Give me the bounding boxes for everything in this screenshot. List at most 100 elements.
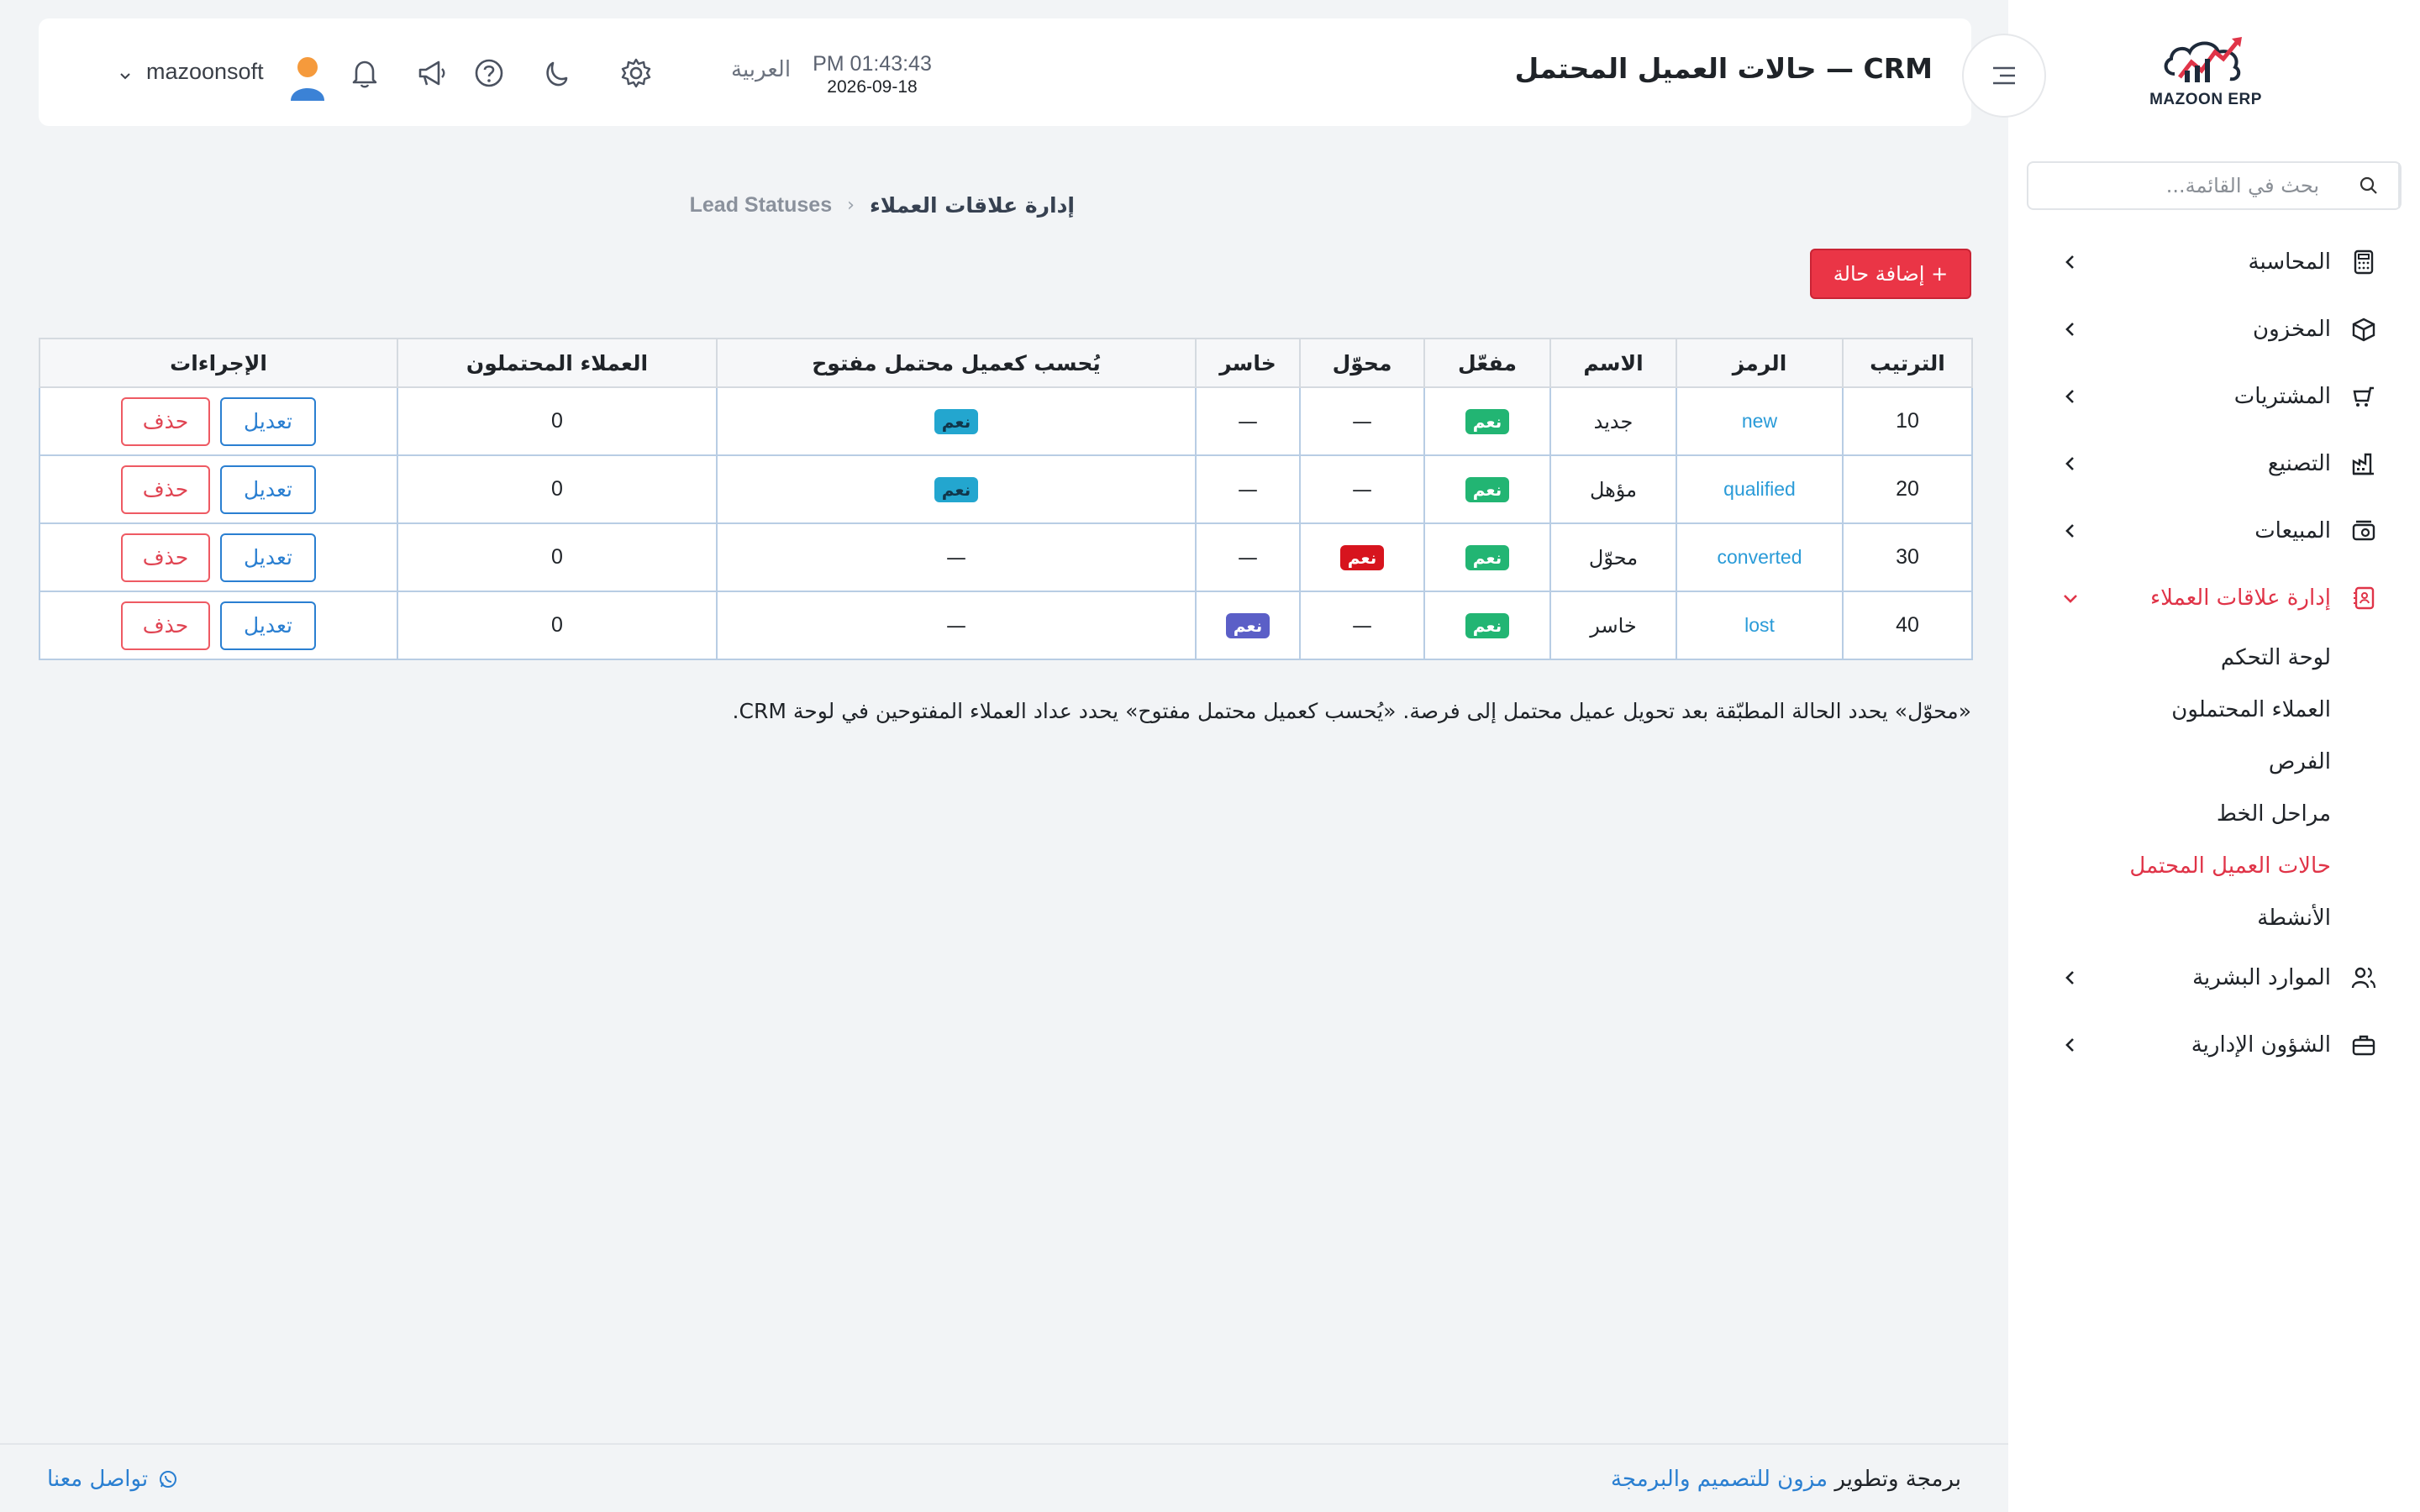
- chevron-left-icon: [2065, 457, 2074, 470]
- sidebar-item-label: التصنيع: [2267, 451, 2331, 476]
- cell-lost: —: [1195, 522, 1301, 592]
- brand-logo[interactable]: MAZOON ERP: [2147, 34, 2265, 118]
- cell-active: نعم: [1423, 386, 1551, 456]
- search-icon[interactable]: [2339, 163, 2400, 208]
- sidebar-item-crm[interactable]: إدارة علاقات العملاء: [2008, 564, 2420, 632]
- chevron-left-icon: [2065, 390, 2074, 403]
- column-header-order[interactable]: الترتيب: [1842, 338, 1973, 388]
- sidebar-item-sales[interactable]: المبيعات: [2008, 497, 2420, 564]
- column-header-lost[interactable]: خاسر: [1195, 338, 1301, 388]
- submenu-item-leads[interactable]: العملاء المحتملون: [2008, 684, 2331, 736]
- table-header-row: الترتيب الرمز الاسم مفعّل محوّل خاسر يُح…: [39, 338, 1973, 388]
- sidebar-item-hr[interactable]: الموارد البشرية: [2008, 944, 2420, 1011]
- yes-badge: نعم: [1465, 408, 1510, 434]
- bell-icon[interactable]: [347, 55, 382, 91]
- cell-code: lost: [1676, 591, 1844, 660]
- sidebar-item-admin-affairs[interactable]: الشؤون الإدارية: [2008, 1011, 2420, 1079]
- page-title: CRM — حالات العميل المحتمل: [1514, 52, 1933, 85]
- delete-button[interactable]: حذف: [121, 601, 210, 650]
- whatsapp-icon: [160, 1471, 177, 1488]
- clock-date: 2026-09-18: [827, 77, 918, 97]
- table-row: 30 converted محوّل نعم نعم — — 0 تعديل ح…: [39, 522, 1973, 592]
- delete-button[interactable]: حذف: [121, 465, 210, 514]
- language-switch[interactable]: العربية: [731, 57, 791, 82]
- column-header-leads[interactable]: العملاء المحتملون: [397, 338, 718, 388]
- cell-counts-open: —: [716, 591, 1197, 660]
- edit-button[interactable]: تعديل: [220, 396, 316, 446]
- help-icon[interactable]: [471, 55, 507, 91]
- logo-text: MAZOON ERP: [2149, 91, 2262, 108]
- submenu-item-opportunities[interactable]: الفرص: [2008, 736, 2331, 788]
- cell-order: 10: [1842, 386, 1973, 456]
- sidebar-item-inventory[interactable]: المخزون: [2008, 296, 2420, 363]
- cell-leads: 0: [397, 522, 718, 592]
- chevron-down-icon: [2064, 595, 2077, 603]
- add-status-button[interactable]: + إضافة حالة: [1810, 249, 1971, 299]
- submenu-item-dashboard[interactable]: لوحة التحكم: [2008, 632, 2331, 684]
- edit-button[interactable]: تعديل: [220, 533, 316, 582]
- column-header-code[interactable]: الرمز: [1676, 338, 1844, 388]
- credit-link[interactable]: مزون للتصميم والبرمجة: [1611, 1467, 1828, 1492]
- sidebar-menu: المحاسبة المخزون المشتريات التصنيع المبي…: [2008, 228, 2420, 1079]
- submenu-item-activities[interactable]: الأنشطة: [2008, 892, 2331, 944]
- cell-name: جديد: [1549, 386, 1677, 456]
- cell-order: 30: [1842, 522, 1973, 592]
- empty-dash: —: [1352, 613, 1372, 638]
- edit-button[interactable]: تعديل: [220, 601, 316, 650]
- help-note: «محوّل» يحدد الحالة المطبّقة بعد تحويل ع…: [732, 699, 1971, 723]
- yes-badge: نعم: [1225, 612, 1270, 638]
- user-name[interactable]: mazoonsoft: [146, 59, 264, 85]
- contact-us-link[interactable]: تواصل معنا: [47, 1467, 178, 1492]
- cell-converted: نعم: [1299, 522, 1425, 592]
- cell-order: 40: [1842, 591, 1973, 660]
- clock-time: PM 01:43:43: [813, 52, 932, 76]
- cart-icon: [2349, 382, 2378, 411]
- cell-leads: 0: [397, 386, 718, 456]
- edit-button[interactable]: تعديل: [220, 465, 316, 514]
- sidebar-search-input[interactable]: [2028, 163, 2339, 208]
- column-header-name[interactable]: الاسم: [1549, 338, 1677, 388]
- cell-leads: 0: [397, 454, 718, 524]
- briefcase-icon: [2349, 1031, 2378, 1059]
- chevron-left-icon: [2065, 524, 2074, 538]
- cell-converted: —: [1299, 591, 1425, 660]
- top-header: CRM — حالات العميل المحتمل PM 01:43:43 2…: [39, 18, 1971, 126]
- avatar[interactable]: [287, 54, 328, 102]
- column-header-counts-open[interactable]: يُحسب كعميل محتمل مفتوح: [716, 338, 1197, 388]
- column-header-converted[interactable]: محوّل: [1299, 338, 1425, 388]
- cell-actions: تعديل حذف: [39, 454, 398, 524]
- lead-statuses-table: الترتيب الرمز الاسم مفعّل محوّل خاسر يُح…: [39, 338, 1973, 660]
- clock: PM 01:43:43 2026-09-18: [797, 52, 948, 97]
- delete-button[interactable]: حذف: [121, 396, 210, 446]
- chevron-left-icon: [2065, 971, 2074, 984]
- empty-dash: —: [1238, 545, 1258, 570]
- sidebar-item-accounting[interactable]: المحاسبة: [2008, 228, 2420, 296]
- empty-dash: —: [946, 613, 966, 638]
- gear-icon[interactable]: [618, 55, 654, 91]
- submenu-item-lead-statuses[interactable]: حالات العميل المحتمل: [2008, 840, 2331, 892]
- breadcrumb-crm[interactable]: إدارة علاقات العملاء: [870, 193, 1075, 218]
- column-header-active[interactable]: مفعّل: [1423, 338, 1551, 388]
- yes-badge: نعم: [1465, 612, 1510, 638]
- submenu-item-pipeline-stages[interactable]: مراحل الخط: [2008, 788, 2331, 840]
- breadcrumb: إدارة علاقات العملاء ‹ Lead Statuses: [690, 193, 1075, 218]
- credit-prefix: برمجة وتطوير: [1834, 1467, 1961, 1492]
- chevron-left-icon: [2065, 1038, 2074, 1052]
- footer: برمجة وتطوير مزون للتصميم والبرمجة تواصل…: [0, 1443, 2008, 1512]
- delete-button[interactable]: حذف: [121, 533, 210, 582]
- chevron-down-icon[interactable]: [118, 69, 133, 84]
- yes-badge: نعم: [1465, 476, 1510, 502]
- sidebar: MAZOON ERP المحاسبة المخزون المشتريات: [2008, 0, 2420, 1512]
- sidebar-item-purchases[interactable]: المشتريات: [2008, 363, 2420, 430]
- moon-icon[interactable]: [540, 55, 576, 91]
- sidebar-item-label: المبيعات: [2254, 518, 2331, 543]
- sidebar-item-label: المحاسبة: [2248, 249, 2331, 275]
- cell-lost: —: [1195, 386, 1301, 456]
- empty-dash: —: [1352, 409, 1372, 433]
- sidebar-toggle-button[interactable]: [1962, 34, 2046, 118]
- sidebar-item-manufacturing[interactable]: التصنيع: [2008, 430, 2420, 497]
- sidebar-item-label: المخزون: [2253, 317, 2331, 342]
- megaphone-icon[interactable]: [413, 55, 449, 91]
- yes-badge: نعم: [934, 476, 979, 502]
- empty-dash: —: [946, 545, 966, 570]
